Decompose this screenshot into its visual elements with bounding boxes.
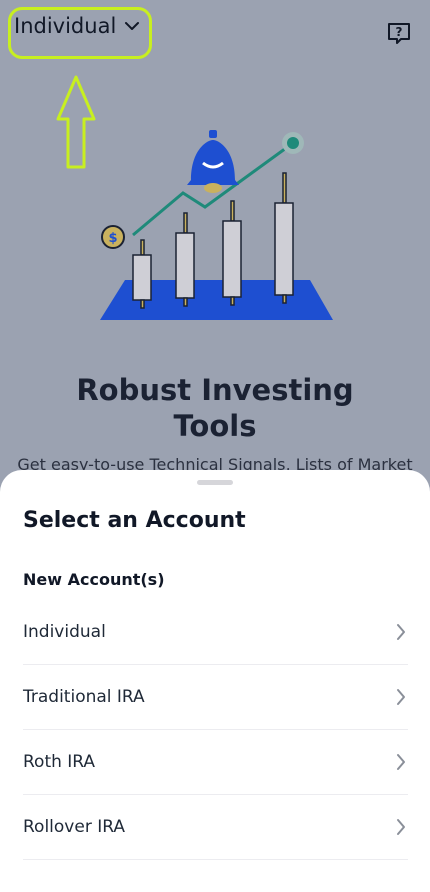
svg-text:?: ? [396,25,403,39]
sheet-title: Select an Account [23,508,246,533]
svg-text:$: $ [108,231,117,246]
account-option-label: Roth IRA [23,752,96,772]
select-account-sheet: Select an Account New Account(s) Individ… [0,470,430,892]
sheet-drag-handle[interactable] [197,480,233,485]
hero-title-line-1: Robust Investing [76,373,354,407]
chevron-right-icon [397,754,405,770]
account-option-label: Traditional IRA [23,687,145,707]
account-option-label: Individual [23,622,106,642]
hero-title-line-2: Tools [173,409,257,443]
account-option-roth-ira[interactable]: Roth IRA [23,730,408,795]
annotation-arrow-icon [56,75,96,169]
chevron-right-icon [397,819,405,835]
chevron-right-icon [397,689,405,705]
account-option-label: Rollover IRA [23,817,125,837]
hero-title: Robust Investing Tools [0,372,430,444]
annotation-highlight-box [8,7,152,59]
account-option-rollover-ira[interactable]: Rollover IRA [23,795,408,860]
chevron-right-icon [397,624,405,640]
top-bar: Individual ? [0,0,430,70]
help-question-icon[interactable]: ? [386,22,412,46]
section-label-new-accounts: New Account(s) [23,570,165,589]
account-list: Individual Traditional IRA Roth IRA Roll… [23,600,408,860]
investing-tools-illustration: $ [100,130,333,320]
account-option-individual[interactable]: Individual [23,600,408,665]
account-option-traditional-ira[interactable]: Traditional IRA [23,665,408,730]
